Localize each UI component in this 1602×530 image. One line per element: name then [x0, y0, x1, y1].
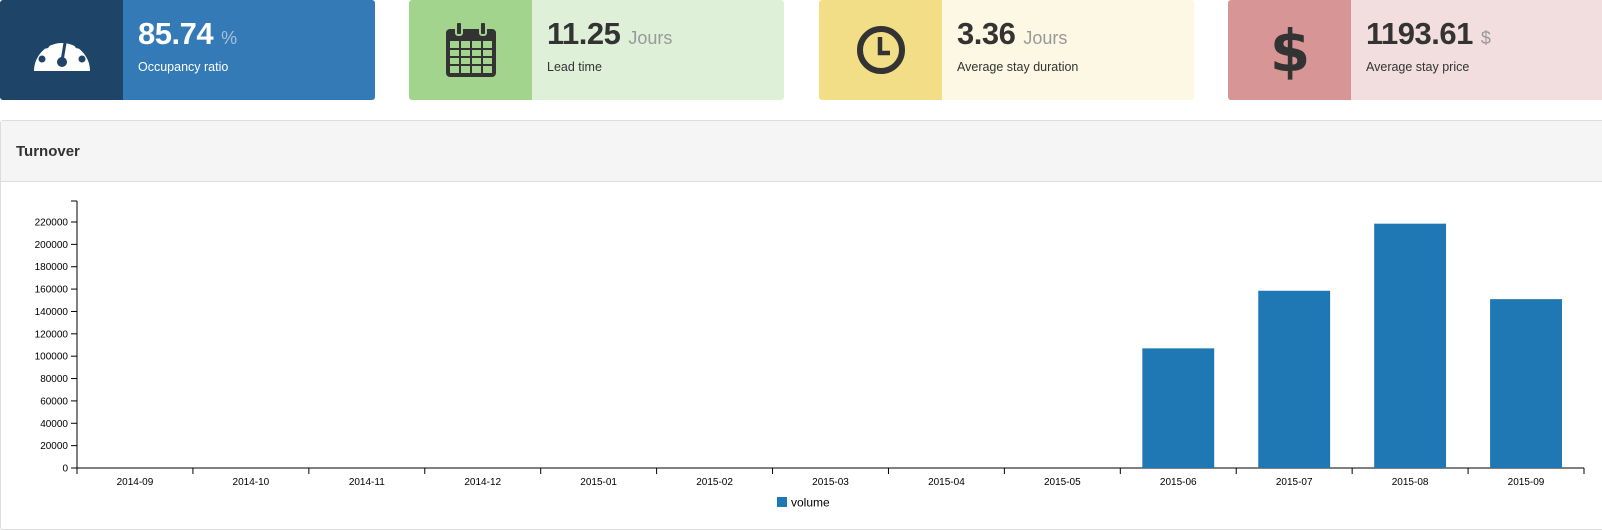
y-tick-label: 80000 [40, 374, 68, 385]
legend-label: volume [791, 496, 830, 510]
x-tick-label: 2015-06 [1160, 477, 1197, 488]
x-tick-label: 2014-09 [117, 477, 154, 488]
y-tick-label: 20000 [40, 441, 68, 452]
bar-2015-09 [1490, 299, 1562, 468]
stat-body: 3.36 Jours Average stay duration [942, 0, 1194, 100]
stat-body: 11.25 Jours Lead time [532, 0, 784, 100]
x-tick-label: 2015-07 [1276, 477, 1313, 488]
y-tick-label: 180000 [35, 262, 69, 273]
y-tick-label: 160000 [35, 285, 69, 296]
x-tick-label: 2014-10 [233, 477, 270, 488]
stat-average-stay-price: $ 1193.61 $ Average stay price [1228, 0, 1602, 100]
stat-label: Lead time [547, 60, 602, 74]
bar-2015-06 [1142, 348, 1215, 468]
stat-unit: Jours [628, 28, 673, 48]
y-tick-label: 60000 [40, 396, 68, 407]
x-tick-label: 2015-01 [580, 477, 617, 488]
x-tick-label: 2014-11 [349, 477, 385, 488]
y-tick-label: 40000 [40, 419, 68, 430]
x-tick-label: 2015-02 [696, 477, 733, 488]
y-tick-label: 200000 [35, 240, 69, 251]
dashboard-icon [0, 0, 123, 100]
stat-average-stay-duration: 3.36 Jours Average stay duration [819, 0, 1194, 100]
stat-unit: % [221, 28, 238, 48]
stat-unit: $ [1480, 28, 1491, 48]
stat-value: 11.25 [547, 16, 621, 51]
turnover-chart: 0 20000 40000 60000 80000 100000 120000 140000 1… [35, 200, 1585, 510]
svg-text:$: $ [1270, 19, 1310, 81]
bar-2015-07 [1258, 290, 1331, 468]
legend-swatch [777, 497, 787, 507]
stat-value: 85.74 [138, 16, 214, 51]
panel-heading: Turnover [1, 121, 1602, 182]
x-tick-label: 2015-04 [928, 477, 965, 488]
y-tick-label: 120000 [35, 329, 69, 340]
stat-label: Average stay duration [957, 60, 1079, 74]
stat-occupancy-ratio: 85.74 % Occupancy ratio [0, 0, 375, 100]
x-tick-label: 2015-05 [1044, 477, 1081, 488]
panel-title: Turnover [16, 143, 80, 160]
stat-body: 1193.61 $ Average stay price [1351, 0, 1602, 100]
calendar-icon [409, 0, 532, 100]
x-tick-label: 2015-08 [1392, 477, 1429, 488]
stat-value: 3.36 [957, 16, 1016, 51]
y-tick-label: 0 [62, 464, 68, 475]
y-tick-label: 100000 [35, 352, 69, 363]
x-tick-label: 2015-03 [812, 477, 849, 488]
stat-value: 1193.61 [1366, 16, 1473, 51]
x-tick-label: 2014-12 [464, 477, 501, 488]
bar-2015-08 [1374, 223, 1447, 468]
stat-unit: Jours [1023, 28, 1068, 48]
y-tick-label: 220000 [35, 218, 69, 229]
y-tick-label: 140000 [35, 307, 69, 318]
dollar-icon: $ [1228, 0, 1351, 100]
stat-lead-time: 11.25 Jours Lead time [409, 0, 784, 100]
stat-body: 85.74 % Occupancy ratio [123, 0, 375, 100]
clock-icon [819, 0, 942, 100]
x-tick-label: 2015-09 [1508, 477, 1545, 488]
stat-label: Occupancy ratio [138, 60, 229, 74]
stat-label: Average stay price [1366, 60, 1470, 74]
turnover-panel: Turnover 0 20000 40000 60000 80000 100000 1200… [0, 120, 1602, 530]
stats-row: 85.74 % Occupancy ratio 11.25 Jours Lead… [0, 0, 1602, 100]
